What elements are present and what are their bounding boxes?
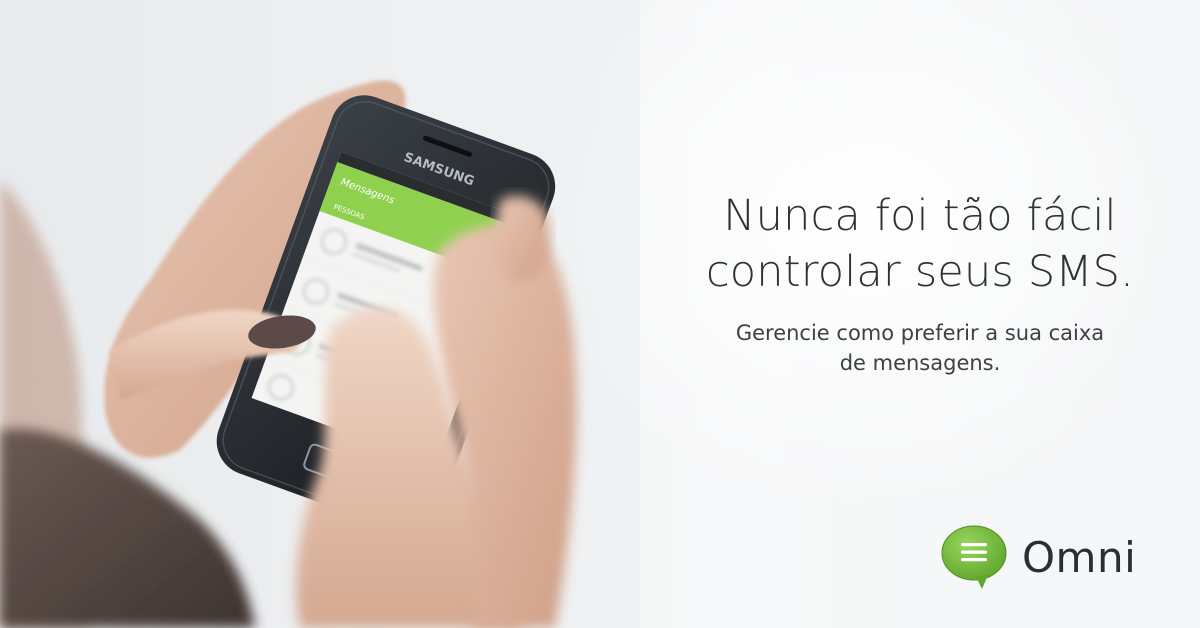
- headline-line-1: Nunca foi tão fácil: [723, 191, 1117, 241]
- subheadline-line-2: de mensagens.: [839, 351, 1001, 375]
- headline: Nunca foi tão fácil controlar seus SMS.: [640, 188, 1200, 300]
- subheadline-line-1: Gerencie como preferir a sua caixa: [735, 321, 1105, 345]
- subheadline: Gerencie como preferir a sua caixa de me…: [640, 318, 1200, 378]
- headline-line-2: controlar seus SMS.: [705, 247, 1135, 297]
- ad-banner: SAMSUNG Mensagens PESSOAS Nunca foi tão …: [0, 0, 1200, 628]
- brand-name: Omni: [1022, 532, 1137, 582]
- brand-lockup: Omni: [938, 522, 1136, 592]
- omni-chat-bubble-icon: [941, 525, 1007, 589]
- hands-holding-phone-photo: SAMSUNG Mensagens PESSOAS: [0, 0, 640, 628]
